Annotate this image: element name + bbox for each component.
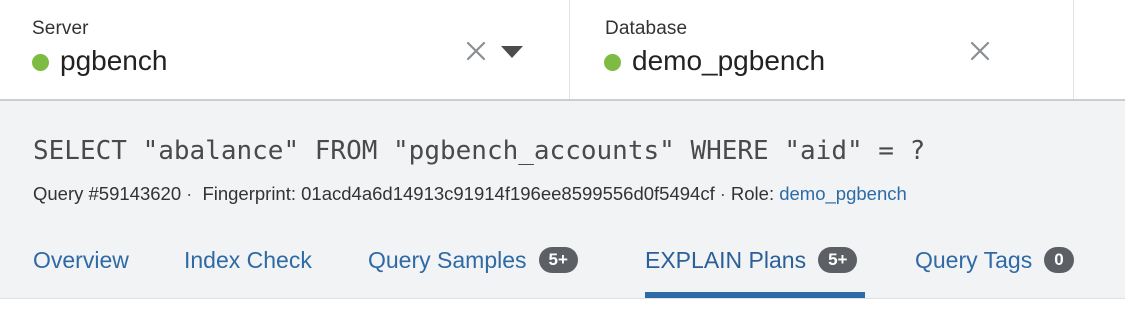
database-status-dot bbox=[604, 53, 621, 71]
server-status-dot bbox=[32, 53, 49, 71]
role-label: Role: bbox=[730, 183, 775, 204]
tab-label: Overview bbox=[33, 246, 129, 273]
query-fingerprint: Fingerprint: 01acd4a6d14913c91914f196ee8… bbox=[202, 183, 715, 204]
tab-index-check[interactable]: Index Check bbox=[184, 243, 312, 277]
server-label: Server bbox=[32, 18, 89, 39]
database-label: Database bbox=[605, 18, 688, 39]
query-meta: Query #59143620 · Fingerprint: 01acd4a6d1… bbox=[33, 183, 907, 205]
tab-label: EXPLAIN Plans bbox=[645, 246, 807, 273]
selector-bar-spacer bbox=[1075, 0, 1125, 99]
count-badge: 5+ bbox=[538, 247, 578, 273]
count-badge: 0 bbox=[1044, 247, 1074, 273]
meta-separator: · bbox=[186, 183, 193, 204]
tab-query-tags[interactable]: Query Tags 0 bbox=[915, 243, 1074, 277]
active-tab-indicator bbox=[645, 292, 865, 298]
server-clear-close-icon[interactable] bbox=[465, 40, 487, 62]
tab-label: Query Tags bbox=[915, 246, 1033, 273]
tab-explain-plans[interactable]: EXPLAIN Plans 5+ bbox=[645, 243, 858, 277]
role-link[interactable]: demo_pgbench bbox=[779, 183, 907, 204]
query-id: Query #59143620 bbox=[33, 183, 182, 204]
meta-separator: · bbox=[719, 183, 726, 204]
database-name: demo_pgbench bbox=[632, 45, 826, 76]
database-value[interactable]: demo_pgbench bbox=[604, 45, 825, 77]
count-badge: 5+ bbox=[818, 247, 858, 273]
tab-query-samples[interactable]: Query Samples 5+ bbox=[368, 243, 578, 277]
server-value[interactable]: pgbench bbox=[32, 45, 167, 77]
query-text: SELECT "abalance" FROM "pgbench_accounts… bbox=[33, 136, 926, 166]
database-clear-close-icon[interactable] bbox=[969, 40, 991, 62]
query-tabs: Overview Index Check Query Samples 5+ EX… bbox=[0, 237, 1125, 299]
database-selector[interactable]: Database demo_pgbench bbox=[571, 0, 1074, 99]
server-caret-down-icon[interactable] bbox=[500, 45, 524, 59]
selector-bar: Server pgbench Database demo_pgbench bbox=[0, 0, 1125, 101]
tab-overview[interactable]: Overview bbox=[33, 243, 129, 277]
tab-label: Index Check bbox=[184, 246, 312, 273]
query-header: SELECT "abalance" FROM "pgbench_accounts… bbox=[0, 101, 1125, 299]
server-selector[interactable]: Server pgbench bbox=[0, 0, 570, 99]
tab-label: Query Samples bbox=[368, 246, 527, 273]
server-name: pgbench bbox=[60, 45, 168, 76]
